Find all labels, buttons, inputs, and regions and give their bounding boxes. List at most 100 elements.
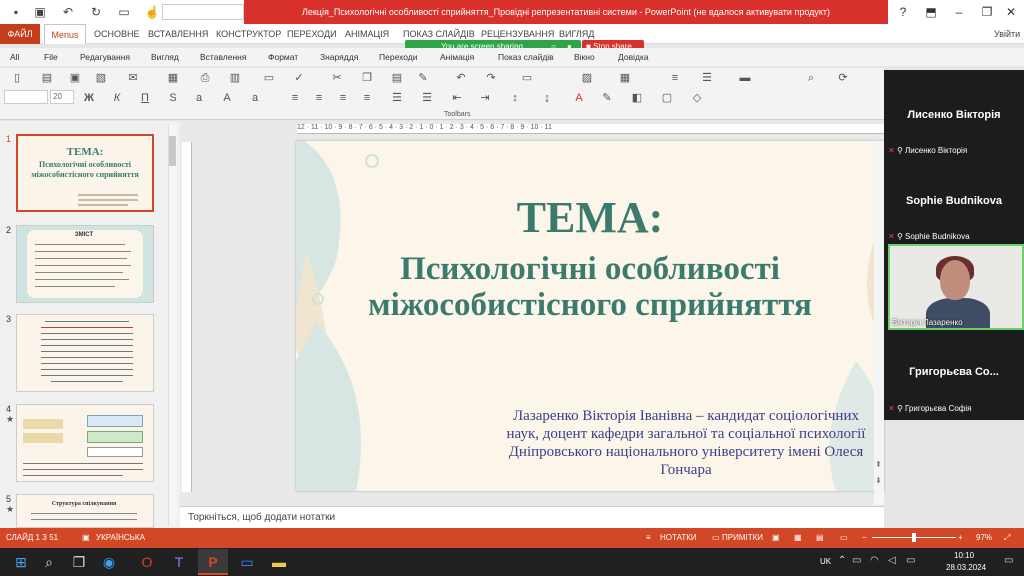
- menu-file[interactable]: File: [44, 52, 58, 62]
- minimize-button[interactable]: –: [944, 0, 974, 24]
- undo-icon[interactable]: ↶: [60, 4, 76, 20]
- slideshow-view-icon[interactable]: ▭: [840, 528, 848, 548]
- powerpoint-icon[interactable]: P: [202, 552, 224, 572]
- decrease-indent-icon[interactable]: ⇤: [450, 91, 464, 105]
- line-style-icon[interactable]: ☰: [700, 71, 714, 85]
- char-spacing-icon[interactable]: A: [220, 91, 234, 105]
- new-icon[interactable]: ▯: [10, 71, 24, 85]
- line-spacing-icon[interactable]: ↨: [540, 91, 554, 105]
- line-weight-icon[interactable]: ≡: [668, 71, 682, 85]
- notes-pane[interactable]: Торкніться, щоб додати нотатки: [180, 506, 884, 528]
- font-color-icon[interactable]: A: [572, 91, 586, 105]
- strikethrough-icon[interactable]: a: [192, 91, 206, 105]
- zoom-app-icon[interactable]: ▭: [236, 552, 258, 572]
- participant-video[interactable]: Вікторія Лазаренко: [888, 244, 1024, 330]
- ribbon-display-button[interactable]: ⬒: [916, 0, 946, 24]
- slide-thumbnail-1[interactable]: ТЕМА: Психологічні особливості міжособис…: [16, 134, 154, 212]
- highlight-icon[interactable]: ✎: [600, 91, 614, 105]
- normal-view-icon[interactable]: ▣: [772, 528, 780, 548]
- cut-icon[interactable]: ✂: [330, 71, 344, 85]
- task-view-icon[interactable]: ❐: [68, 552, 90, 572]
- tab-file[interactable]: ФАЙЛ: [0, 24, 40, 44]
- fit-slide-icon[interactable]: ⤢: [1004, 528, 1010, 548]
- export-icon[interactable]: ▧: [94, 71, 108, 85]
- open-icon[interactable]: ▤: [40, 71, 54, 85]
- sign-in-link[interactable]: Увійти: [994, 24, 1020, 44]
- show-hidden-icons-icon[interactable]: ⌃: [838, 555, 846, 566]
- clock-time[interactable]: 10:10: [954, 551, 974, 560]
- notes-toggle[interactable]: НОТАТКИ: [660, 528, 697, 548]
- menu-edit[interactable]: Редагування: [80, 52, 130, 62]
- redo-icon[interactable]: ↻: [88, 4, 104, 20]
- change-case-icon[interactable]: a: [248, 91, 262, 105]
- thumbnails-scrollbar[interactable]: [168, 124, 177, 526]
- clock-date[interactable]: 28.03.2024: [946, 563, 986, 572]
- opera-icon[interactable]: O: [136, 552, 158, 572]
- close-button[interactable]: ✕: [996, 0, 1024, 24]
- undo-toolbar-icon[interactable]: ↶: [454, 71, 468, 85]
- spellcheck-icon[interactable]: ✓: [292, 71, 306, 85]
- file-explorer-icon[interactable]: ▬: [268, 552, 290, 572]
- text-direction-icon[interactable]: ↕: [508, 91, 522, 105]
- font-size-field[interactable]: 20: [50, 90, 74, 104]
- tab-transitions[interactable]: ПЕРЕХОДИ: [287, 24, 337, 44]
- zoom-in-icon[interactable]: +: [958, 528, 963, 548]
- wifi-icon[interactable]: ◠: [870, 555, 879, 566]
- picture-icon[interactable]: ▨: [580, 71, 594, 85]
- slide-thumbnail-3[interactable]: [16, 314, 154, 392]
- print-preview-icon[interactable]: ▦: [166, 71, 180, 85]
- edge-icon[interactable]: ◉: [98, 552, 120, 572]
- slide-subtitle[interactable]: Психологічні особливості міжособистісног…: [336, 251, 844, 323]
- fill-color-icon[interactable]: ◧: [630, 91, 644, 105]
- previous-slide-icon[interactable]: ⇞: [875, 460, 882, 469]
- effects-icon[interactable]: ◇: [690, 91, 704, 105]
- next-slide-icon[interactable]: ⇟: [875, 476, 882, 485]
- battery-icon[interactable]: ▭: [906, 555, 915, 566]
- menu-all[interactable]: All: [10, 52, 19, 62]
- tab-animations[interactable]: АНІМАЦІЯ: [345, 24, 389, 44]
- sorter-view-icon[interactable]: ▦: [794, 528, 802, 548]
- slide-author-text[interactable]: Лазаренко Вікторія Іванівна – кандидат с…: [496, 407, 876, 479]
- current-slide[interactable]: ТЕМА: Психологічні особливості міжособис…: [296, 141, 884, 491]
- copy-icon[interactable]: ❐: [360, 71, 374, 85]
- align-right-icon[interactable]: ≡: [336, 91, 350, 105]
- menu-transitions[interactable]: Переходи: [379, 52, 418, 62]
- tab-home[interactable]: ОСНОВНЕ: [94, 24, 140, 44]
- zoom-slider-thumb[interactable]: [912, 533, 916, 542]
- volume-icon[interactable]: ◁: [888, 555, 896, 566]
- menu-animation[interactable]: Анімація: [440, 52, 474, 62]
- teams-icon[interactable]: T: [168, 552, 190, 572]
- slide-thumbnail-4[interactable]: [16, 404, 154, 482]
- italic-icon[interactable]: К: [110, 91, 124, 105]
- tab-menus[interactable]: Menus: [44, 24, 86, 44]
- menu-slideshow[interactable]: Показ слайдів: [498, 52, 554, 62]
- language-indicator[interactable]: УКРАЇНСЬКА: [96, 528, 145, 548]
- help-button[interactable]: ?: [888, 0, 918, 24]
- outline-color-icon[interactable]: ▢: [660, 91, 674, 105]
- menu-format[interactable]: Формат: [268, 52, 298, 62]
- slideshow-start-icon[interactable]: ▭: [116, 4, 132, 20]
- redo-toolbar-icon[interactable]: ↷: [484, 71, 498, 85]
- format-painter-icon[interactable]: ✎: [416, 71, 430, 85]
- align-center-icon[interactable]: ≡: [312, 91, 326, 105]
- font-name-field[interactable]: [4, 90, 48, 104]
- tab-design[interactable]: КОНСТРУКТОР: [216, 24, 281, 44]
- rotate-icon[interactable]: ⟳: [836, 71, 850, 85]
- menu-insert[interactable]: Вставлення: [200, 52, 246, 62]
- paste-icon[interactable]: ▤: [390, 71, 404, 85]
- open-folder-icon[interactable]: ▥: [228, 71, 242, 85]
- menu-window[interactable]: Вікно: [574, 52, 595, 62]
- slide-vertical-scrollbar[interactable]: [874, 141, 884, 505]
- save-toolbar-icon[interactable]: ▣: [68, 71, 82, 85]
- arrange-icon[interactable]: ▬: [738, 71, 752, 85]
- reading-view-icon[interactable]: ▤: [816, 528, 824, 548]
- shapes-icon[interactable]: ▦: [618, 71, 632, 85]
- print-icon[interactable]: ⎙: [198, 71, 212, 85]
- bold-icon[interactable]: Ж: [82, 91, 96, 105]
- start-icon[interactable]: ⊞: [10, 552, 32, 572]
- touch-mode-icon[interactable]: ☝: [144, 4, 160, 20]
- menu-view[interactable]: Вигляд: [151, 52, 179, 62]
- zoom-level[interactable]: 97%: [976, 528, 992, 548]
- search-icon[interactable]: ⌕: [38, 552, 60, 572]
- bullets-icon[interactable]: ☰: [390, 91, 404, 105]
